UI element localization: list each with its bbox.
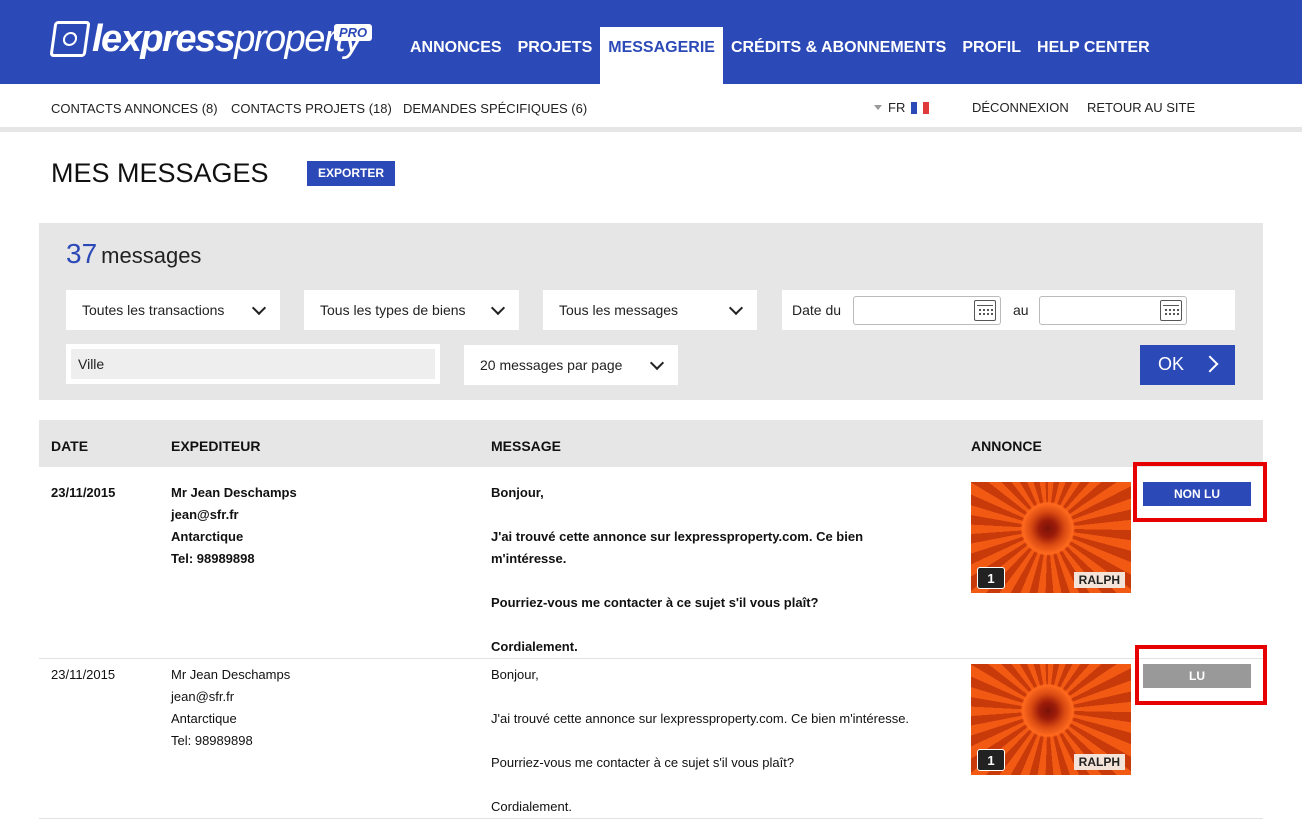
date-to-label: au (1013, 302, 1029, 318)
message-line: J'ai trouvé cette annonce sur lexpresspr… (491, 711, 910, 726)
message-status-select-value: Tous les messages (559, 302, 679, 318)
language-selector[interactable]: FR (874, 100, 930, 115)
listing-thumbnail[interactable]: 1 RALPH (971, 664, 1131, 775)
nav-projets[interactable]: PROJETS (510, 27, 601, 84)
chevron-down-icon (490, 300, 506, 316)
nav-credits-abonnements[interactable]: CRÉDITS & ABONNEMENTS (723, 27, 954, 84)
table-header: DATE EXPEDITEUR MESSAGE ANNONCE (39, 420, 1263, 467)
message-line: Pourriez-vous me contacter à ce sujet s'… (491, 755, 795, 770)
listing-agent-label: RALPH (1073, 754, 1125, 770)
chevron-right-icon (1201, 355, 1219, 373)
sender-name: Mr Jean Deschamps (171, 485, 297, 500)
logo-wordmark: lexpressproperty (92, 17, 363, 60)
property-type-select-value: Tous les types de biens (320, 302, 466, 318)
chevron-down-icon (874, 105, 882, 110)
sender-phone: Tel: 98989898 (171, 551, 255, 566)
message-line: Cordialement. (491, 799, 572, 814)
message-line: Bonjour, (491, 667, 539, 682)
city-field[interactable]: Ville (66, 344, 440, 384)
message-count-number: 37 (66, 238, 98, 269)
back-to-site-link[interactable]: RETOUR AU SITE (1087, 100, 1195, 115)
calendar-icon[interactable] (974, 300, 996, 321)
message-body: Bonjour, J'ai trouvé cette annonce sur l… (491, 482, 911, 658)
french-flag-icon (911, 101, 930, 114)
message-line: Bonjour, (491, 485, 544, 500)
page-title: MES MESSAGES (51, 158, 269, 188)
calendar-icon[interactable] (1160, 300, 1182, 321)
message-line: Pourriez-vous me contacter à ce sujet s'… (491, 595, 819, 610)
sender-info: Mr Jean Deschamps jean@sfr.fr Antarctiqu… (171, 664, 290, 752)
pro-badge: PRO (334, 24, 373, 41)
message-count-label: messages (101, 243, 202, 268)
column-date: DATE (51, 438, 89, 454)
top-bar: lexpressproperty PRO ANNONCES PROJETS ME… (0, 0, 1302, 84)
sender-location: Antarctique (171, 529, 244, 544)
sender-name: Mr Jean Deschamps (171, 667, 291, 682)
ok-button[interactable]: OK (1140, 345, 1235, 385)
per-page-select-value: 20 messages par page (480, 357, 623, 373)
city-input[interactable]: Ville (71, 349, 435, 379)
table-row[interactable]: 23/11/2015 Mr Jean Deschamps jean@sfr.fr… (39, 467, 1263, 659)
nav-help-center[interactable]: HELP CENTER (1029, 27, 1158, 84)
table-row[interactable]: 23/11/2015 Mr Jean Deschamps jean@sfr.fr… (39, 659, 1263, 819)
subnav-contacts-annonces[interactable]: CONTACTS ANNONCES (8) (51, 101, 218, 116)
column-annonce: ANNONCE (971, 438, 1042, 454)
message-date: 23/11/2015 (51, 667, 116, 682)
subnav-contacts-projets[interactable]: CONTACTS PROJETS (18) (231, 101, 392, 116)
language-label: FR (888, 100, 906, 115)
property-type-select[interactable]: Tous les types de biens (304, 290, 519, 330)
ok-button-label: OK (1158, 354, 1185, 374)
transaction-select[interactable]: Toutes les transactions (66, 290, 280, 330)
photo-count-badge: 1 (977, 749, 1005, 771)
main-nav: ANNONCES PROJETS MESSAGERIE CRÉDITS & AB… (402, 27, 1158, 84)
chevron-down-icon (649, 355, 665, 371)
date-range-filter: Date du au (782, 290, 1235, 330)
export-button[interactable]: EXPORTER (307, 161, 395, 186)
chevron-down-icon (728, 300, 744, 316)
listing-agent-label: RALPH (1073, 572, 1125, 588)
house-logo-icon (49, 21, 91, 57)
column-message: MESSAGE (491, 438, 562, 454)
chevron-down-icon (251, 300, 267, 316)
message-status-select[interactable]: Tous les messages (543, 290, 757, 330)
site-logo[interactable]: lexpressproperty PRO (49, 16, 373, 62)
nav-annonces[interactable]: ANNONCES (402, 27, 510, 84)
photo-count-badge: 1 (977, 567, 1005, 589)
per-page-select[interactable]: 20 messages par page (464, 345, 678, 385)
date-from-input[interactable] (853, 296, 1001, 325)
date-from-label: Date du (792, 302, 842, 318)
listing-thumbnail[interactable]: 1 RALPH (971, 482, 1131, 593)
message-date: 23/11/2015 (51, 485, 116, 500)
date-to-input[interactable] (1039, 296, 1187, 325)
sender-email[interactable]: jean@sfr.fr (171, 686, 290, 708)
sender-email[interactable]: jean@sfr.fr (171, 504, 297, 526)
sub-nav: CONTACTS ANNONCES (8) CONTACTS PROJETS (… (0, 84, 1302, 132)
logout-link[interactable]: DÉCONNEXION (972, 100, 1069, 115)
sender-info: Mr Jean Deschamps jean@sfr.fr Antarctiqu… (171, 482, 297, 570)
message-count: 37 messages (66, 238, 201, 270)
message-line: J'ai trouvé cette annonce sur lexpresspr… (491, 529, 864, 566)
transaction-select-value: Toutes les transactions (82, 302, 225, 318)
nav-profil[interactable]: PROFIL (954, 27, 1029, 84)
sender-phone: Tel: 98989898 (171, 733, 253, 748)
subnav-demandes-specifiques[interactable]: DEMANDES SPÉCIFIQUES (6) (403, 101, 587, 116)
message-body: Bonjour, J'ai trouvé cette annonce sur l… (491, 664, 961, 818)
filter-panel: 37 messages Toutes les transactions Tous … (39, 223, 1263, 400)
sender-location: Antarctique (171, 711, 237, 726)
message-line: Cordialement. (491, 639, 578, 654)
status-highlight-box (1135, 645, 1267, 705)
column-expediteur: EXPEDITEUR (171, 438, 261, 454)
status-highlight-box (1133, 462, 1267, 522)
nav-messagerie[interactable]: MESSAGERIE (600, 27, 723, 84)
